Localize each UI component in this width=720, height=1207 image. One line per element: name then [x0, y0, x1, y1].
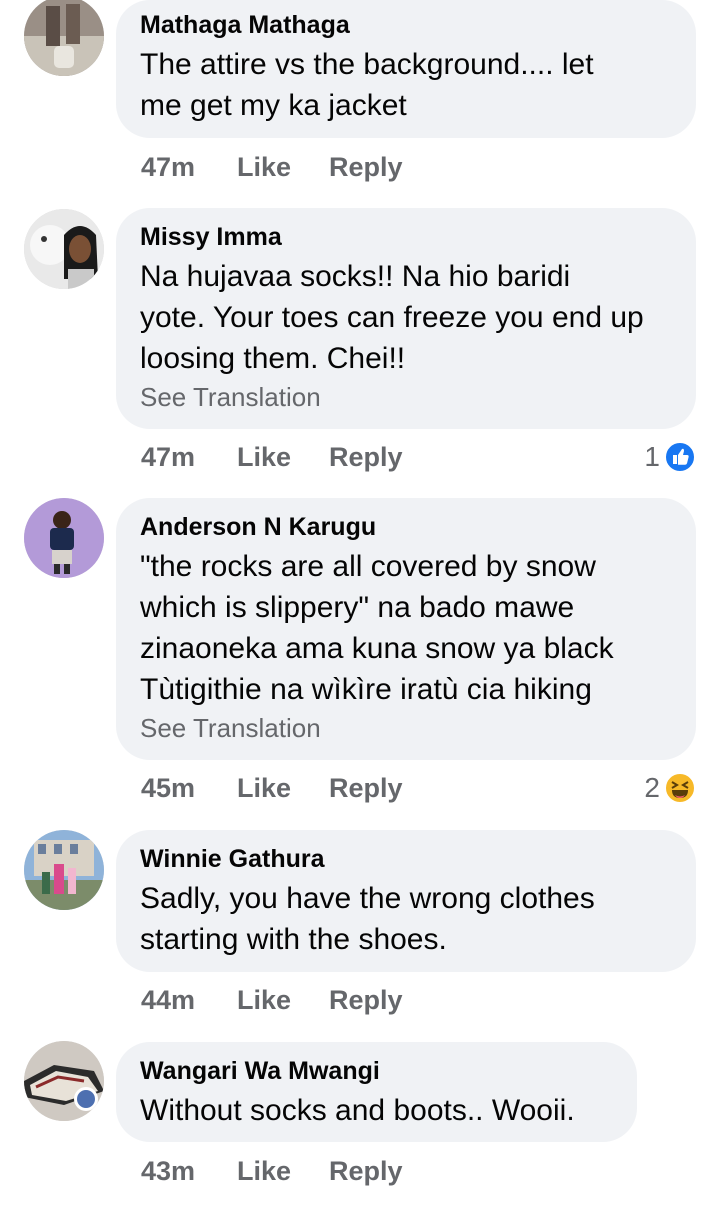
- comment-time[interactable]: 47m: [141, 439, 237, 475]
- see-translation-link[interactable]: See Translation: [140, 712, 672, 744]
- avatar[interactable]: [24, 830, 104, 910]
- comment-time[interactable]: 44m: [141, 982, 237, 1018]
- like-button[interactable]: Like: [237, 149, 329, 185]
- like-button[interactable]: Like: [237, 770, 329, 806]
- comment-bubble: Anderson N Karugu "the rocks are all cov…: [116, 498, 696, 760]
- reply-button[interactable]: Reply: [329, 1153, 403, 1189]
- comment-actions: 45m Like Reply: [141, 770, 403, 806]
- comment-author[interactable]: Missy Imma: [140, 222, 672, 252]
- like-reaction-icon: [664, 441, 696, 473]
- avatar[interactable]: [24, 1041, 104, 1121]
- comment-text: "the rocks are all covered by snow which…: [140, 550, 614, 706]
- comment-author[interactable]: Winnie Gathura: [140, 844, 672, 874]
- comment-bubble: Wangari Wa Mwangi Without socks and boot…: [116, 1042, 637, 1142]
- comment-author[interactable]: Wangari Wa Mwangi: [140, 1056, 613, 1086]
- reply-button[interactable]: Reply: [329, 439, 403, 475]
- reply-button[interactable]: Reply: [329, 982, 403, 1018]
- haha-reaction-icon: [664, 772, 696, 804]
- reaction-summary[interactable]: 2: [644, 771, 696, 805]
- comment-text: Sadly, you have the wrong clothes starti…: [140, 882, 595, 956]
- see-translation-link[interactable]: See Translation: [140, 381, 672, 413]
- comment-text: The attire vs the background.... let me …: [140, 48, 594, 122]
- reply-button[interactable]: Reply: [329, 149, 403, 185]
- comment-time[interactable]: 47m: [141, 149, 237, 185]
- avatar[interactable]: [24, 498, 104, 578]
- comment-actions: 43m Like Reply: [141, 1153, 403, 1189]
- reaction-summary[interactable]: 1: [644, 440, 696, 474]
- comment-text: Na hujavaa socks!! Na hio baridi yote. Y…: [140, 260, 644, 375]
- comment-actions: 47m Like Reply: [141, 149, 403, 185]
- comment-author[interactable]: Anderson N Karugu: [140, 512, 672, 542]
- like-button[interactable]: Like: [237, 982, 329, 1018]
- like-button[interactable]: Like: [237, 1153, 329, 1189]
- like-button[interactable]: Like: [237, 439, 329, 475]
- comment-text: Without socks and boots.. Wooii.: [140, 1094, 575, 1127]
- comment-actions: 47m Like Reply: [141, 439, 403, 475]
- comment-author[interactable]: Mathaga Mathaga: [140, 10, 672, 40]
- reply-button[interactable]: Reply: [329, 770, 403, 806]
- comment-bubble: Missy Imma Na hujavaa socks!! Na hio bar…: [116, 208, 696, 429]
- comment-bubble: Mathaga Mathaga The attire vs the backgr…: [116, 0, 696, 138]
- comment-time[interactable]: 45m: [141, 770, 237, 806]
- reaction-count: 1: [644, 441, 660, 472]
- comment-bubble: Winnie Gathura Sadly, you have the wrong…: [116, 830, 696, 972]
- reaction-count: 2: [644, 772, 660, 803]
- comment-time[interactable]: 43m: [141, 1153, 237, 1189]
- avatar[interactable]: [24, 209, 104, 289]
- comment-actions: 44m Like Reply: [141, 982, 403, 1018]
- avatar[interactable]: [24, 0, 104, 76]
